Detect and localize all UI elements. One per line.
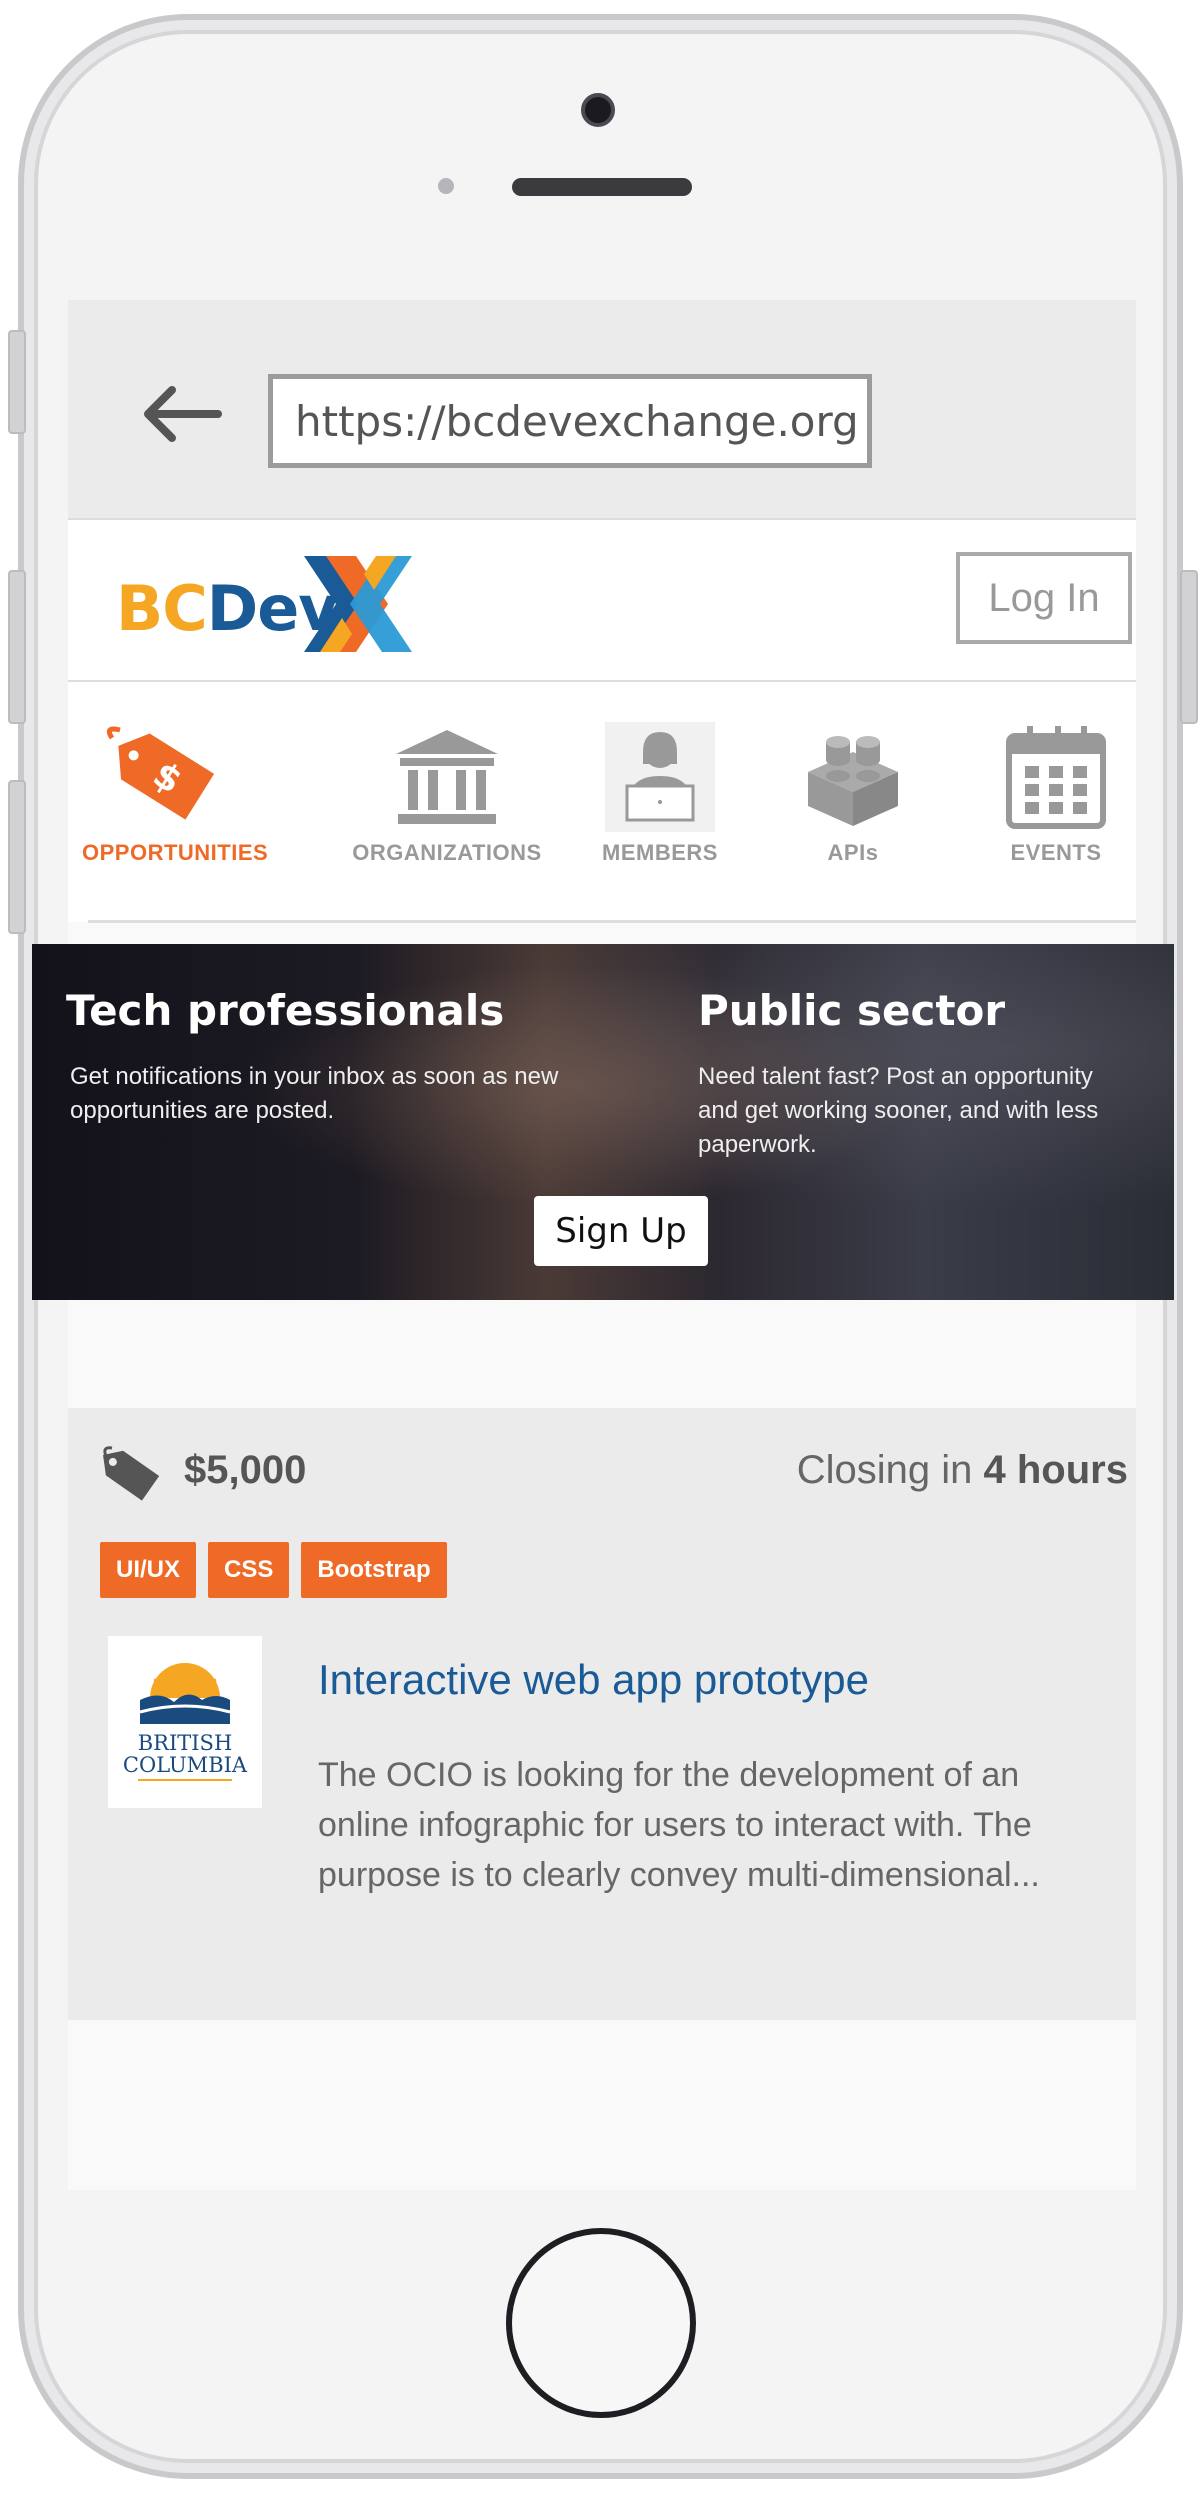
- signup-button[interactable]: Sign Up: [534, 1196, 708, 1266]
- home-button[interactable]: [506, 2228, 696, 2418]
- building-icon: [396, 730, 498, 824]
- opportunity-description: The OCIO is looking for the development …: [318, 1756, 1040, 1894]
- skill-tag[interactable]: UI/UX: [100, 1542, 197, 1598]
- nav-label: ORGANIZATIONS: [352, 840, 542, 865]
- main-nav: $ OPPORTUNITIES ORGANIZATIONS MEMBERS AP…: [68, 682, 1136, 922]
- hero-right-text: Need talent fast? Post an opportunity an…: [698, 1063, 1099, 1158]
- opportunity-title-link[interactable]: Interactive web app prototype: [318, 1656, 869, 1704]
- closing-time: Closing in 4 hours: [796, 1448, 1128, 1492]
- phone-screen: https://bcdevexchange.org BCDev Log In $: [32, 300, 1174, 2190]
- skill-tags: UI/UX CSS Bootstrap: [100, 1542, 459, 1598]
- nav-label: OPPORTUNITIES: [82, 840, 269, 865]
- url-input[interactable]: https://bcdevexchange.org: [268, 374, 872, 468]
- nav-item-opportunities[interactable]: $ OPPORTUNITIES: [82, 722, 269, 866]
- calendar-icon: [1006, 726, 1106, 829]
- skill-tag[interactable]: CSS: [208, 1542, 290, 1598]
- nav-label: MEMBERS: [602, 840, 718, 865]
- hero-banner: Tech professionals Get notifications in …: [32, 944, 1174, 1300]
- person-laptop-icon: [605, 722, 715, 832]
- opportunity-price: $5,000: [184, 1448, 307, 1492]
- front-camera: [581, 93, 615, 127]
- lego-block-icon: [808, 736, 898, 826]
- svg-text:BRITISH: BRITISH: [138, 1731, 233, 1755]
- british-columbia-logo: BRITISH COLUMBIA: [108, 1636, 262, 1808]
- browser-url-bar: https://bcdevexchange.org: [68, 300, 1136, 518]
- nav-item-organizations[interactable]: ORGANIZATIONS: [322, 722, 572, 866]
- svg-text:COLUMBIA: COLUMBIA: [123, 1753, 248, 1777]
- proximity-sensor: [438, 178, 454, 194]
- mute-switch: [8, 330, 26, 434]
- nav-divider: [88, 920, 1136, 923]
- hero-left-title: Tech professionals: [66, 986, 505, 1035]
- opportunity-card[interactable]: $5,000 Closing in 4 hours UI/UX CSS Bootst…: [68, 1408, 1136, 2020]
- login-button[interactable]: Log In: [956, 552, 1132, 644]
- site-header: BCDev Log In: [68, 518, 1136, 682]
- nav-item-events[interactable]: EVENTS: [996, 722, 1116, 866]
- skill-tag[interactable]: Bootstrap: [301, 1542, 447, 1598]
- hero-left-text: Get notifications in your inbox as soon …: [70, 1063, 559, 1124]
- hero-right-title: Public sector: [698, 986, 1006, 1035]
- back-arrow-icon[interactable]: [140, 384, 222, 444]
- price-tag-icon: [103, 1446, 160, 1501]
- nav-item-members[interactable]: MEMBERS: [580, 722, 740, 866]
- nav-label: EVENTS: [1010, 840, 1102, 865]
- earpiece-speaker: [512, 178, 692, 196]
- volume-down-button: [8, 780, 26, 934]
- nav-label: APIs: [827, 840, 879, 865]
- volume-up-button: [8, 570, 26, 724]
- logo-x-mark-icon: [304, 556, 412, 652]
- nav-item-apis[interactable]: APIs: [798, 722, 908, 866]
- price-tag-icon: $: [106, 726, 215, 820]
- power-button: [1180, 570, 1198, 724]
- bcdevx-logo[interactable]: BCDev: [116, 556, 436, 656]
